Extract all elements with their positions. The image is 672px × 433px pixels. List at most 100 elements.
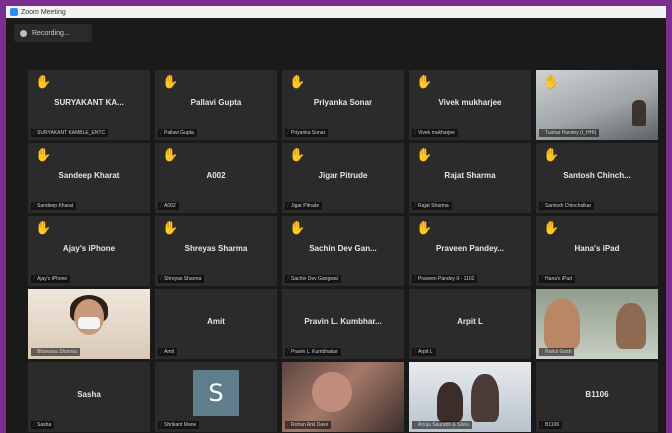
participant-display-name: Hana's iPad bbox=[574, 244, 620, 253]
participant-tile[interactable]: Amit ⧸ Amit bbox=[155, 289, 277, 359]
participant-display-name: Pravin L. Kumbhar... bbox=[304, 317, 382, 326]
muted-mic-icon: ⧸ bbox=[414, 422, 417, 428]
participant-display-name: Pallavi Gupta bbox=[190, 98, 242, 107]
participant-tile[interactable]: ⧸ Rahul Gosh bbox=[536, 289, 658, 359]
participant-caption-text: Sandeep Kharat bbox=[37, 203, 74, 209]
participant-name-caption: ⧸ Sasha bbox=[31, 421, 55, 429]
participant-name-caption: ⧸ Priyanka Sonar bbox=[285, 129, 329, 137]
participant-tile[interactable]: Arpit L ⧸ Arpit L bbox=[409, 289, 531, 359]
raised-hand-icon: ✋ bbox=[35, 220, 52, 235]
participant-name-caption: ⧸ Tushar Pandey (I_HHI) bbox=[539, 129, 600, 137]
zoom-window: Zoom Meeting Recording... ✋ SURYAKANT KA.… bbox=[6, 6, 666, 433]
participant-tile[interactable]: ✋ Praveen Pandey... ⧸ Praveen Pandey II - 1… bbox=[409, 216, 531, 286]
participant-tile[interactable]: ✋ ⧸ Tushar Pandey (I_HHI) bbox=[536, 70, 658, 140]
video-figure bbox=[312, 372, 352, 412]
participant-display-name: Vivek mukharjee bbox=[438, 98, 502, 107]
participant-caption-text: Priyanka Sonar bbox=[291, 130, 326, 136]
participant-display-name: Rajat Sharma bbox=[444, 171, 496, 180]
participant-name-caption: ⧸ Vivek mukharjee bbox=[412, 129, 458, 137]
participant-avatar: S bbox=[193, 370, 239, 416]
muted-mic-icon: ⧸ bbox=[414, 276, 417, 282]
participant-tile[interactable]: ⧸ Anuja Saurabh & Sonu bbox=[409, 362, 531, 432]
muted-mic-icon: ⧸ bbox=[160, 349, 163, 355]
participant-name-caption: ⧸ Ajay's iPhone bbox=[31, 275, 71, 283]
video-figure bbox=[616, 303, 646, 349]
muted-mic-icon: ⧸ bbox=[287, 349, 290, 355]
participant-tile[interactable]: ✋ Rajat Sharma ⧸ Rajat Sharma bbox=[409, 143, 531, 213]
muted-mic-icon: ⧸ bbox=[33, 203, 36, 209]
zoom-app-icon bbox=[10, 8, 18, 16]
participant-name-caption: ⧸ Hana's iPad bbox=[539, 275, 575, 283]
participant-caption-text: Shrikant Mane bbox=[164, 422, 197, 428]
title-bar: Zoom Meeting bbox=[6, 6, 666, 18]
participant-caption-text: A002 bbox=[164, 203, 176, 209]
participant-name-caption: ⧸ Shreyas Sharma bbox=[158, 275, 205, 283]
video-figure bbox=[437, 382, 463, 422]
participant-caption-text: Rahul Gosh bbox=[545, 349, 572, 355]
raised-hand-icon: ✋ bbox=[35, 147, 52, 162]
participant-display-name: Jigar Pitrude bbox=[318, 171, 368, 180]
participant-tile[interactable]: Pravin L. Kumbhar... ⧸ Pravin L. Kumbhakar bbox=[282, 289, 404, 359]
recording-label: Recording... bbox=[32, 29, 70, 37]
muted-mic-icon: ⧸ bbox=[160, 276, 163, 282]
participant-tile[interactable]: ✋ Jigar Pitrude ⧸ Jigar Pitrude bbox=[282, 143, 404, 213]
participant-tile[interactable]: S ⧸ Shrikant Mane bbox=[155, 362, 277, 432]
video-figure bbox=[632, 100, 646, 126]
participant-display-name: Shreyas Sharma bbox=[184, 244, 248, 253]
participant-tile[interactable]: Sasha ⧸ Sasha bbox=[28, 362, 150, 432]
participant-display-name: Praveen Pandey... bbox=[436, 244, 504, 253]
participant-name-caption: ⧸ Anuja Saurabh & Sonu bbox=[412, 421, 472, 429]
participant-caption-text: SURYAKANT KAMBLE_ENTC bbox=[37, 130, 106, 136]
recording-indicator[interactable]: Recording... bbox=[14, 24, 92, 42]
video-figure bbox=[471, 374, 499, 422]
participant-display-name: B1106 bbox=[585, 390, 609, 399]
participant-name-caption: ⧸ Sandeep Kharat bbox=[31, 202, 77, 210]
raised-hand-icon: ✋ bbox=[289, 147, 306, 162]
participant-caption-text: Rohan Anil Dave bbox=[291, 422, 329, 428]
participant-tile[interactable]: B1106 ⧸ B1106 bbox=[536, 362, 658, 432]
participant-caption-text: Hana's iPad bbox=[545, 276, 572, 282]
muted-mic-icon: ⧸ bbox=[160, 422, 163, 428]
participant-tile[interactable]: ✋ Priyanka Sonar ⧸ Priyanka Sonar bbox=[282, 70, 404, 140]
participant-tile[interactable]: ✋ Pallavi Gupta ⧸ Pallavi Gupta bbox=[155, 70, 277, 140]
muted-mic-icon: ⧸ bbox=[287, 422, 290, 428]
participant-tile[interactable]: ✋ Ajay's iPhone ⧸ Ajay's iPhone bbox=[28, 216, 150, 286]
participant-name-caption: ⧸ Santosh Chinchalkar bbox=[539, 202, 595, 210]
participant-tile[interactable]: ✋ A002 ⧸ A002 bbox=[155, 143, 277, 213]
participant-tile[interactable]: ⧸ Bhawana Sharma bbox=[28, 289, 150, 359]
participant-caption-text: Amit bbox=[164, 349, 175, 355]
muted-mic-icon: ⧸ bbox=[414, 349, 417, 355]
participant-tile[interactable]: ✋ Sachin Dev Gan... ⧸ Sachin Dev Gangwal bbox=[282, 216, 404, 286]
participant-caption-text: Jigar Pitrude bbox=[291, 203, 320, 209]
participant-tile[interactable]: ✋ Santosh Chinch... ⧸ Santosh Chinchalkar bbox=[536, 143, 658, 213]
participant-name-caption: ⧸ SURYAKANT KAMBLE_ENTC bbox=[31, 129, 109, 137]
participant-caption-text: B1106 bbox=[545, 422, 560, 428]
participant-tile[interactable]: ✋ Vivek mukharjee ⧸ Vivek mukharjee bbox=[409, 70, 531, 140]
participant-caption-text: Praveen Pandey II - 1102 bbox=[418, 276, 475, 282]
participant-tile[interactable]: ✋ SURYAKANT KA... ⧸ SURYAKANT KAMBLE_ENTC bbox=[28, 70, 150, 140]
participant-caption-text: Tushar Pandey (I_HHI) bbox=[545, 130, 597, 136]
participant-display-name: Ajay's iPhone bbox=[62, 244, 116, 253]
participant-tile[interactable]: ⧸ Rohan Anil Dave bbox=[282, 362, 404, 432]
raised-hand-icon: ✋ bbox=[543, 220, 560, 235]
participant-display-name: A002 bbox=[206, 171, 226, 180]
raised-hand-icon: ✋ bbox=[162, 220, 179, 235]
participant-caption-text: Bhawana Sharma bbox=[37, 349, 77, 355]
participant-name-caption: ⧸ B1106 bbox=[539, 421, 563, 429]
participant-tile[interactable]: ✋ Shreyas Sharma ⧸ Shreyas Sharma bbox=[155, 216, 277, 286]
participant-name-caption: ⧸ Praveen Pandey II - 1102 bbox=[412, 275, 478, 283]
participant-name-caption: ⧸ Shrikant Mane bbox=[158, 421, 200, 429]
muted-mic-icon: ⧸ bbox=[287, 130, 290, 136]
muted-mic-icon: ⧸ bbox=[541, 130, 544, 136]
muted-mic-icon: ⧸ bbox=[541, 349, 544, 355]
raised-hand-icon: ✋ bbox=[416, 147, 433, 162]
participant-tile[interactable]: ✋ Sandeep Kharat ⧸ Sandeep Kharat bbox=[28, 143, 150, 213]
participant-caption-text: Shreyas Sharma bbox=[164, 276, 202, 282]
participant-tile[interactable]: ✋ Hana's iPad ⧸ Hana's iPad bbox=[536, 216, 658, 286]
participant-display-name: Sachin Dev Gan... bbox=[309, 244, 377, 253]
muted-mic-icon: ⧸ bbox=[33, 276, 36, 282]
participant-name-caption: ⧸ Amit bbox=[158, 348, 178, 356]
participant-name-caption: ⧸ Jigar Pitrude bbox=[285, 202, 323, 210]
participant-caption-text: Arpit L bbox=[418, 349, 433, 355]
video-figure bbox=[544, 299, 580, 349]
